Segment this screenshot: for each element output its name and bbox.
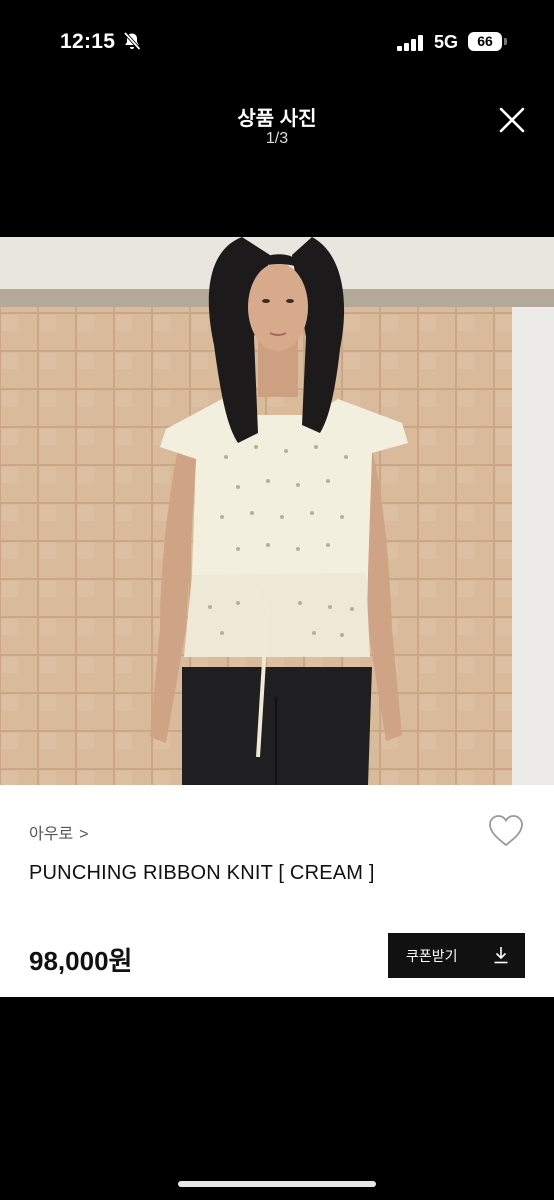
battery-tip (504, 38, 507, 45)
chevron-right-icon: > (79, 826, 89, 843)
close-icon[interactable] (492, 100, 532, 140)
bell-slash-icon (123, 31, 141, 51)
photo-viewer-header: 상품 사진 1/3 (0, 90, 554, 160)
brand-link[interactable]: 아우로 > (29, 820, 89, 844)
battery-icon: 66 (468, 32, 508, 52)
product-info-card: 아우로 > PUNCHING RIBBON KNIT [ CREAM ] 98,0… (0, 785, 554, 997)
product-photo[interactable] (0, 237, 554, 785)
brand-name: 아우로 (29, 826, 74, 843)
coupon-download-button[interactable]: 쿠폰받기 (388, 933, 525, 978)
status-bar: 12:15 5G 66 (0, 0, 554, 80)
network-type: 5G (434, 32, 459, 52)
home-indicator[interactable] (178, 1181, 376, 1187)
photo-counter: 1/3 (265, 130, 289, 147)
status-time: 12:15 (60, 30, 116, 53)
download-icon (494, 947, 508, 964)
product-price: 98,000원 (29, 946, 133, 976)
viewer-title: 상품 사진 (237, 108, 317, 130)
product-photo-image (0, 237, 554, 785)
product-name: PUNCHING RIBBON KNIT [ CREAM ] (29, 862, 375, 884)
heart-outline-icon[interactable] (487, 813, 525, 849)
signal-icon (397, 35, 423, 51)
battery-level: 66 (468, 32, 502, 51)
coupon-button-label: 쿠폰받기 (406, 948, 458, 964)
